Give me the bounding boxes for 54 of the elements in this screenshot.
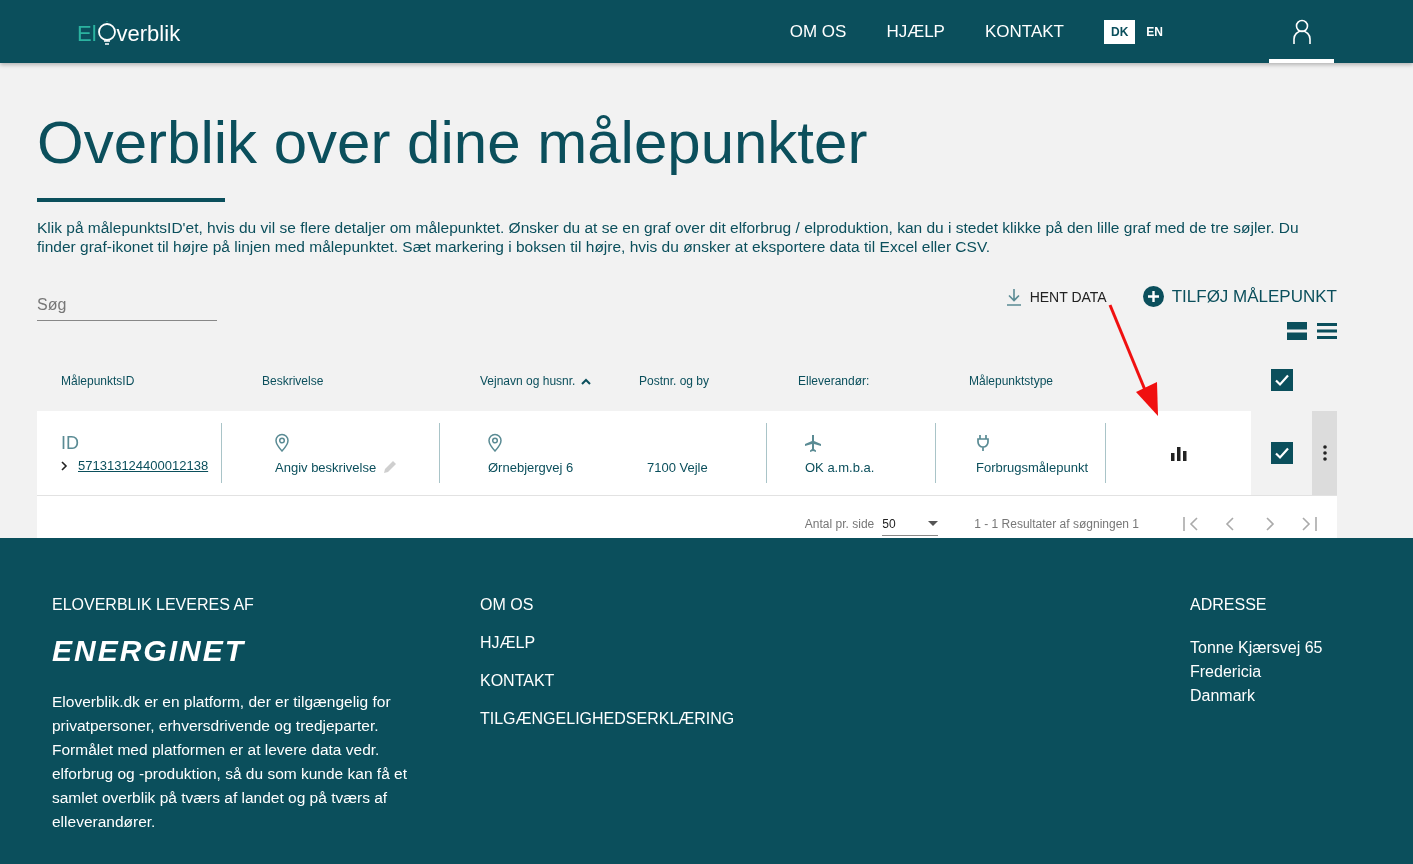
row-checkbox[interactable] [1270,442,1293,464]
footer-heading: ELOVERBLIK LEVERES AF [52,596,255,614]
sort-caret-icon[interactable] [581,377,592,385]
column-header[interactable]: Beskrivelse [262,374,324,388]
download-icon [1005,287,1022,306]
street-text: Ørnebjergvej 6 [488,459,575,475]
card-view-icon[interactable] [1287,321,1307,341]
address-text: Tonne Kjærsvej 65 Fredericia Danmark [1190,638,1324,706]
nav-link[interactable]: OM OS [789,21,847,42]
nav-link[interactable]: HJÆLP [886,21,945,42]
per-page-select[interactable]: 50 [882,512,939,536]
column-header[interactable]: MålepunktsID [61,374,135,388]
plug-icon [976,433,990,452]
dropdown-caret-icon[interactable] [928,521,939,526]
search-field[interactable]: Søg [37,292,217,321]
column-header[interactable]: Vejnavn og husnr. [480,374,576,388]
language-button[interactable]: DK [1104,19,1136,44]
nav-link[interactable]: KONTAKT [984,21,1064,42]
list-view-icon[interactable] [1317,321,1337,341]
lightbulb-icon [96,20,117,47]
footer-link[interactable]: HJÆLP [480,634,1190,652]
column-header[interactable]: Elleverandør: [798,374,870,388]
bar-chart-icon[interactable] [1169,445,1188,461]
page-title: Overblik over dine målepunkter [37,108,869,178]
description-text: Klik på målepunktsID'et, hvis du vil se flere detaljer om målepunktet. Ønsker du at se en graf over dit elforbrug / elproduktion, kan du i stedet klikke på den lille graf med de tre søjler. Du finder graf-ikonet til højre på linjen med målepunktet. Sæt markering i boksen til højre, hvis du ønsker at eksportere data til Excel eller CSV. [37,218,1300,256]
postal-text: 7100 Vejle [647,459,709,475]
plus-circle-icon [1142,286,1164,307]
chevron-right-icon[interactable] [61,460,68,471]
download-button[interactable]: HENT DATA [1005,287,1107,306]
airplane-icon [805,433,821,452]
footer-link[interactable]: KONTAKT [480,672,1190,690]
footer-link[interactable]: TILGÆNGELIGHEDSERKLÆRING [480,710,1190,728]
more-menu-icon[interactable] [1322,445,1327,461]
footer-text: Eloverblik.dk er en platform, der er tilgængelig for privatpersoner, erhversdrivende og tredjeparter. Formålet med platformen er at levere data vedr. elforbrug og -produktion, så du som kunde kan få et samlet overblik på tværs af landet og på tværs af elleverandører. [52,692,408,832]
energinet-logo: ENERGINET [52,634,247,668]
id-label: ID [61,433,80,454]
user-icon [1291,18,1312,45]
footer-heading: ADRESSE [1190,596,1268,614]
add-button[interactable]: TILFØJ MÅLEPUNKT [1142,286,1337,307]
column-header[interactable]: Postnr. og by [639,374,710,388]
location-pin-icon [275,433,289,452]
location-pin-icon [488,433,502,452]
language-button[interactable]: EN [1139,19,1170,44]
footer-link[interactable]: OM OS [480,596,1190,614]
logo-text: verblik [116,20,181,47]
supplier-text: OK a.m.b.a. [805,459,876,475]
meter-id-link[interactable]: 571313124400012138 [78,458,209,473]
select-all-checkbox[interactable] [1270,368,1293,391]
results-text: 1 - 1 Resultater af søgningen 1 [974,517,1139,531]
logo-text: El [77,20,97,47]
description-placeholder[interactable]: Angiv beskrivelse [275,459,377,475]
type-text: Forbrugsmålepunkt [976,459,1089,475]
per-page-label: Antal pr. side [804,517,875,531]
column-header[interactable]: Målepunktstype [969,374,1054,388]
